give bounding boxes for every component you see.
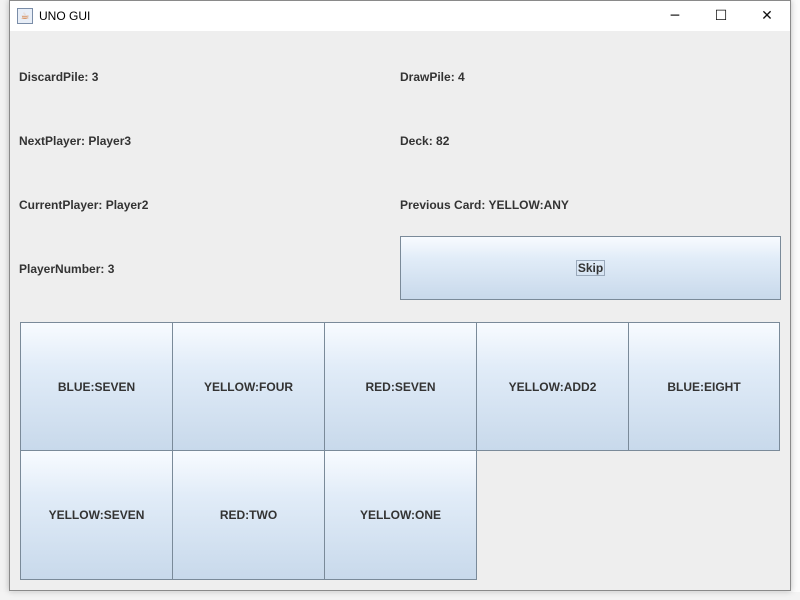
card-button[interactable]: YELLOW:ONE — [324, 450, 477, 580]
card-button[interactable]: RED:SEVEN — [324, 322, 477, 451]
background-editor-right-edge — [792, 0, 800, 600]
card-button[interactable]: YELLOW:SEVEN — [20, 450, 173, 580]
minimize-button[interactable]: ─ — [652, 1, 698, 31]
background-editor-bottom-edge — [0, 592, 800, 600]
uno-gui-window: ☕ UNO GUI ─ ☐ ✕ DiscardPile: 3 DrawPile:… — [9, 0, 791, 591]
java-app-icon[interactable]: ☕ — [17, 8, 33, 24]
card-button[interactable]: BLUE:EIGHT — [628, 322, 780, 451]
current-player-label: CurrentPlayer: Player2 — [19, 198, 149, 212]
window-controls: ─ ☐ ✕ — [652, 1, 790, 31]
previous-card-label: Previous Card: YELLOW:ANY — [400, 198, 569, 212]
skip-button[interactable]: Skip — [400, 236, 781, 300]
player-number-label: PlayerNumber: 3 — [19, 262, 115, 276]
next-player-label: NextPlayer: Player3 — [19, 134, 132, 148]
card-button[interactable]: RED:TWO — [172, 450, 325, 580]
maximize-button[interactable]: ☐ — [698, 1, 744, 31]
card-button[interactable]: BLUE:SEVEN — [20, 322, 173, 451]
deck-label: Deck: 82 — [400, 134, 450, 148]
draw-pile-label: DrawPile: 4 — [400, 70, 465, 84]
close-button[interactable]: ✕ — [744, 1, 790, 31]
title-bar[interactable]: ☕ UNO GUI ─ ☐ ✕ — [10, 1, 790, 31]
card-button[interactable]: YELLOW:FOUR — [172, 322, 325, 451]
window-title: UNO GUI — [39, 9, 91, 23]
card-button[interactable]: YELLOW:ADD2 — [476, 322, 629, 451]
game-panel: DiscardPile: 3 DrawPile: 4 NextPlayer: P… — [10, 31, 790, 590]
discard-pile-label: DiscardPile: 3 — [19, 70, 99, 84]
skip-button-label: Skip — [575, 260, 606, 276]
